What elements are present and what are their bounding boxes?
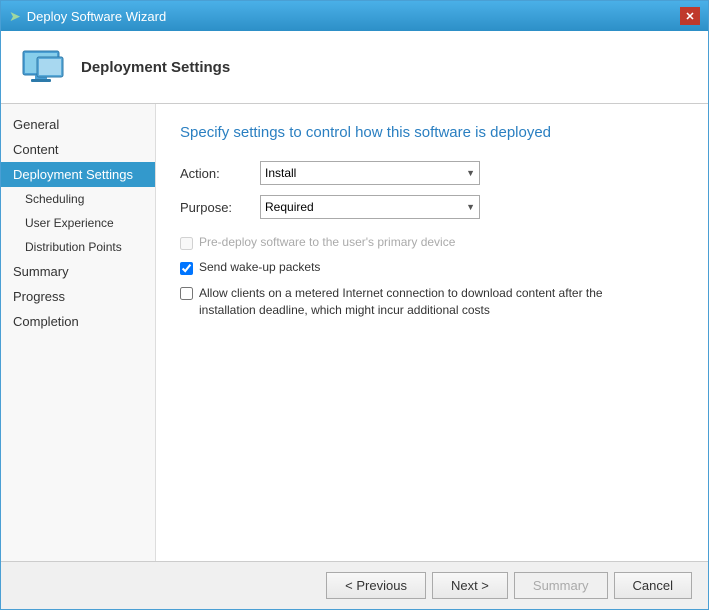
- metered-row: Allow clients on a metered Internet conn…: [180, 285, 684, 319]
- purpose-label: Purpose:: [180, 200, 260, 215]
- action-row: Action: Install Uninstall: [180, 161, 684, 185]
- sidebar-item-distribution-points[interactable]: Distribution Points: [1, 235, 155, 259]
- title-bar: ➤ Deploy Software Wizard ✕: [1, 1, 708, 31]
- sidebar: General Content Deployment Settings Sche…: [1, 104, 156, 561]
- metered-label: Allow clients on a metered Internet conn…: [199, 285, 603, 319]
- action-select-wrapper: Install Uninstall: [260, 161, 480, 185]
- sidebar-item-deployment-settings[interactable]: Deployment Settings: [1, 162, 155, 187]
- footer: < Previous Next > Summary Cancel: [1, 561, 708, 609]
- sidebar-item-user-experience[interactable]: User Experience: [1, 211, 155, 235]
- content-area: Specify settings to control how this sof…: [156, 104, 708, 561]
- main-window: ➤ Deploy Software Wizard ✕ Deployment Se…: [0, 0, 709, 610]
- close-button[interactable]: ✕: [680, 7, 700, 25]
- pre-deploy-label: Pre-deploy software to the user's primar…: [199, 235, 455, 249]
- header-section: Deployment Settings: [1, 31, 708, 104]
- sidebar-item-content[interactable]: Content: [1, 137, 155, 162]
- sidebar-item-progress[interactable]: Progress: [1, 284, 155, 309]
- action-label: Action:: [180, 166, 260, 181]
- header-title: Deployment Settings: [81, 59, 230, 76]
- window-title: Deploy Software Wizard: [27, 9, 166, 24]
- summary-button[interactable]: Summary: [514, 572, 608, 599]
- pre-deploy-checkbox[interactable]: [180, 237, 193, 250]
- purpose-select-wrapper: Required Available: [260, 195, 480, 219]
- next-button[interactable]: Next >: [432, 572, 508, 599]
- purpose-select[interactable]: Required Available: [260, 195, 480, 219]
- send-wakeup-checkbox[interactable]: [180, 262, 193, 275]
- action-select[interactable]: Install Uninstall: [260, 161, 480, 185]
- send-wakeup-label: Send wake-up packets: [199, 260, 320, 274]
- content-title: Specify settings to control how this sof…: [180, 124, 684, 141]
- wizard-icon: ➤: [9, 8, 21, 25]
- metered-checkbox[interactable]: [180, 287, 193, 300]
- cancel-button[interactable]: Cancel: [614, 572, 692, 599]
- purpose-row: Purpose: Required Available: [180, 195, 684, 219]
- title-bar-left: ➤ Deploy Software Wizard: [9, 8, 166, 25]
- main-content: General Content Deployment Settings Sche…: [1, 104, 708, 561]
- header-icon: [17, 43, 65, 91]
- send-wakeup-row: Send wake-up packets: [180, 260, 684, 275]
- sidebar-item-scheduling[interactable]: Scheduling: [1, 187, 155, 211]
- sidebar-item-summary[interactable]: Summary: [1, 259, 155, 284]
- sidebar-item-completion[interactable]: Completion: [1, 309, 155, 334]
- pre-deploy-row: Pre-deploy software to the user's primar…: [180, 235, 684, 250]
- sidebar-item-general[interactable]: General: [1, 112, 155, 137]
- previous-button[interactable]: < Previous: [326, 572, 426, 599]
